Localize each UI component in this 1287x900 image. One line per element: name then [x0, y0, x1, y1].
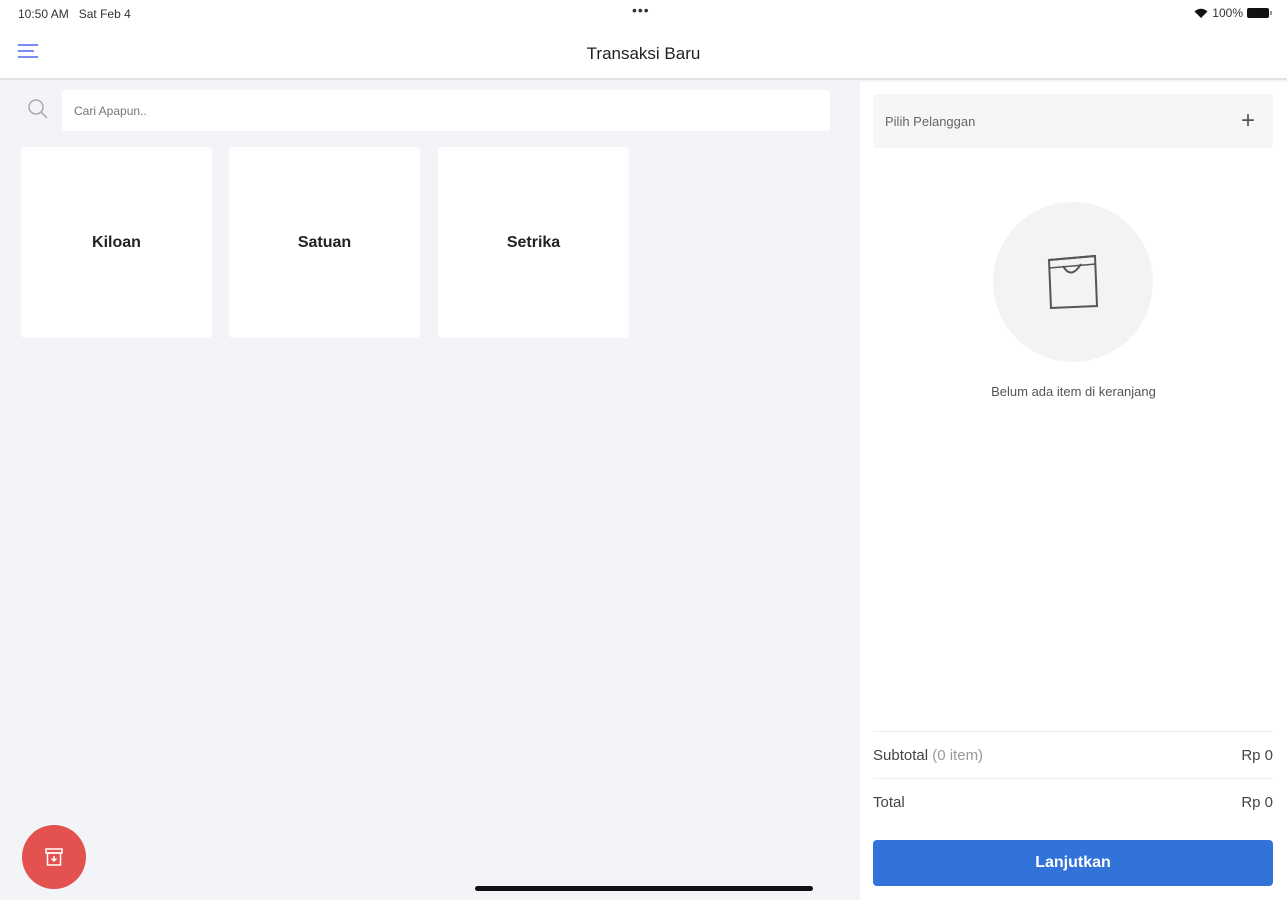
status-right: 100%	[1194, 6, 1269, 20]
subtotal-value: Rp 0	[1241, 747, 1273, 764]
subtotal-count: (0 item)	[932, 747, 983, 764]
time-text: 10:50 AM	[18, 7, 69, 21]
archive-button[interactable]	[22, 825, 86, 889]
multitask-dots-icon[interactable]: •••	[632, 2, 650, 18]
subtotal-row: Subtotal (0 item) Rp 0	[873, 731, 1273, 764]
date-text: Sat Feb 4	[79, 7, 131, 21]
category-setrika[interactable]: Setrika	[438, 147, 629, 338]
empty-cart-illustration	[993, 202, 1153, 362]
total-label: Total	[873, 794, 905, 811]
status-time: 10:50 AM Sat Feb 4	[18, 7, 131, 21]
app-header: Transaksi Baru	[0, 28, 1287, 80]
wifi-icon	[1194, 8, 1208, 19]
plus-icon[interactable]: +	[1241, 107, 1255, 135]
category-satuan[interactable]: Satuan	[229, 147, 420, 338]
total-row: Total Rp 0	[873, 778, 1273, 811]
status-bar: 10:50 AM Sat Feb 4 ••• 100%	[0, 0, 1287, 28]
archive-icon	[43, 846, 65, 868]
battery-icon	[1247, 8, 1269, 18]
select-customer-button[interactable]: Pilih Pelanggan +	[873, 94, 1273, 148]
subtotal-label: Subtotal	[873, 747, 928, 764]
total-value: Rp 0	[1241, 794, 1273, 811]
customer-placeholder: Pilih Pelanggan	[885, 114, 975, 129]
continue-button[interactable]: Lanjutkan	[873, 840, 1273, 886]
cart-panel: Pilih Pelanggan + Belum ada item di kera…	[860, 82, 1287, 900]
search-input[interactable]	[62, 90, 830, 131]
search-icon	[27, 98, 49, 120]
shopping-bag-icon	[1041, 250, 1105, 314]
category-kiloan[interactable]: Kiloan	[21, 147, 212, 338]
home-indicator	[475, 886, 813, 891]
empty-cart-text: Belum ada item di keranjang	[860, 384, 1287, 399]
page-title: Transaksi Baru	[0, 44, 1287, 64]
battery-percent: 100%	[1212, 6, 1243, 20]
